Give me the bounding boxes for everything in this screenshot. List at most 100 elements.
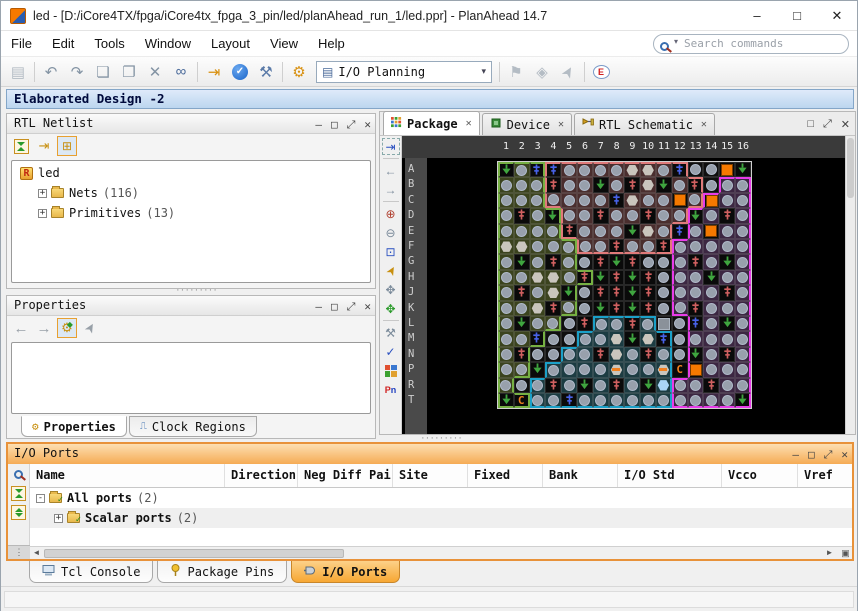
package-pin-cell[interactable] bbox=[561, 346, 577, 363]
package-pin-cell[interactable] bbox=[640, 192, 656, 209]
menu-item-file[interactable]: File bbox=[1, 31, 42, 57]
save-icon[interactable]: ▤ bbox=[5, 60, 31, 84]
package-pin-cell[interactable] bbox=[624, 177, 641, 193]
package-pin-cell[interactable] bbox=[719, 192, 735, 209]
package-pin-cell[interactable] bbox=[498, 300, 514, 316]
package-pin-cell[interactable] bbox=[498, 269, 514, 286]
package-pin-cell[interactable] bbox=[498, 346, 514, 363]
io-port-row[interactable]: - All ports (2) bbox=[30, 488, 852, 508]
package-pin-cell[interactable] bbox=[719, 254, 735, 270]
package-pin-cell[interactable] bbox=[608, 331, 625, 347]
io-port-row[interactable]: + Scalar ports (2) bbox=[30, 508, 852, 528]
package-pin-cell[interactable] bbox=[640, 208, 656, 224]
tab-properties[interactable]: ⚙ Properties bbox=[21, 416, 127, 437]
package-pin-cell[interactable] bbox=[624, 377, 641, 393]
package-pin-cell[interactable] bbox=[592, 285, 609, 301]
unplace-icon[interactable]: ⚒ bbox=[382, 324, 400, 341]
package-pin-cell[interactable] bbox=[592, 177, 609, 193]
package-pin-cell[interactable] bbox=[561, 239, 577, 255]
package-pin-cell[interactable] bbox=[624, 393, 641, 409]
package-pin-cell[interactable] bbox=[592, 162, 609, 178]
maximize-panel-icon[interactable]: □ bbox=[808, 445, 815, 464]
package-pin-cell[interactable] bbox=[592, 269, 609, 286]
find-icon[interactable]: ∞ bbox=[168, 60, 194, 84]
column-header-site[interactable]: Site bbox=[393, 464, 468, 487]
package-pin-cell[interactable] bbox=[608, 393, 625, 409]
package-pin-cell[interactable] bbox=[513, 285, 530, 301]
menu-item-window[interactable]: Window bbox=[135, 31, 201, 57]
package-pin-cell[interactable] bbox=[545, 162, 562, 178]
package-pin-cell[interactable] bbox=[513, 346, 530, 363]
package-pin-cell[interactable] bbox=[624, 300, 641, 316]
close-tab-icon[interactable]: ✕ bbox=[466, 118, 472, 129]
package-pin-cell[interactable] bbox=[687, 192, 704, 209]
package-pin-cell[interactable] bbox=[671, 223, 688, 239]
package-pin-cell[interactable] bbox=[624, 362, 641, 378]
menu-item-tools[interactable]: Tools bbox=[84, 31, 134, 57]
close-panel-icon[interactable]: ✕ bbox=[364, 297, 371, 316]
package-pin-cell[interactable] bbox=[656, 316, 672, 332]
package-pin-cell[interactable] bbox=[735, 239, 751, 255]
package-pin-cell[interactable] bbox=[640, 239, 656, 255]
package-pin-cell[interactable] bbox=[513, 300, 530, 316]
package-pin-cell[interactable] bbox=[624, 239, 641, 255]
package-pin-cell[interactable] bbox=[498, 285, 514, 301]
package-pin-cell[interactable] bbox=[656, 269, 672, 286]
package-pin-cell[interactable] bbox=[719, 239, 735, 255]
column-header-direction[interactable]: Direction bbox=[225, 464, 298, 487]
package-pin-cell[interactable] bbox=[608, 285, 625, 301]
search-commands-box[interactable]: ▾ Search commands bbox=[653, 34, 849, 54]
package-pin-cell[interactable] bbox=[577, 177, 593, 193]
package-pin-cell[interactable] bbox=[561, 192, 577, 209]
package-pin-cell[interactable] bbox=[687, 331, 704, 347]
package-pin-cell[interactable] bbox=[703, 208, 720, 224]
package-pin-cell[interactable] bbox=[577, 223, 593, 239]
package-pin-cell[interactable] bbox=[545, 269, 562, 286]
package-pin-cell[interactable] bbox=[592, 346, 609, 363]
package-pin-cell[interactable] bbox=[529, 162, 546, 178]
package-pin-cell[interactable] bbox=[498, 192, 514, 209]
package-pin-cell[interactable] bbox=[608, 177, 625, 193]
package-pin-cell[interactable] bbox=[656, 177, 672, 193]
tab-tcl-console[interactable]: Tcl Console bbox=[29, 561, 154, 583]
package-pin-cell[interactable] bbox=[703, 285, 720, 301]
expand-icon[interactable]: + bbox=[38, 188, 47, 198]
package-pin-cell[interactable] bbox=[545, 285, 562, 301]
minimize-panel-icon[interactable]: – bbox=[315, 115, 322, 134]
package-pin-cell[interactable] bbox=[671, 239, 688, 255]
package-pin-cell[interactable] bbox=[719, 346, 735, 363]
package-pin-cell[interactable] bbox=[656, 239, 672, 255]
package-pin-cell[interactable] bbox=[735, 377, 751, 393]
package-pin-cell[interactable] bbox=[529, 223, 546, 239]
package-pin-cell[interactable] bbox=[671, 285, 688, 301]
drc-check-icon[interactable]: ✓ bbox=[382, 343, 400, 360]
collapse-all-icon[interactable] bbox=[11, 136, 31, 156]
package-pin-cell[interactable] bbox=[529, 192, 546, 209]
package-pin-cell[interactable] bbox=[545, 239, 562, 255]
package-pin-cell[interactable] bbox=[513, 192, 530, 209]
message-bubble-icon[interactable]: E bbox=[588, 60, 614, 84]
column-header-vcco[interactable]: Vcco bbox=[722, 464, 798, 487]
package-pin-cell[interactable] bbox=[703, 377, 720, 393]
package-pin-cell[interactable] bbox=[640, 162, 656, 178]
package-pin-cell[interactable] bbox=[561, 223, 577, 239]
package-pin-cell[interactable]: C bbox=[513, 393, 530, 409]
package-pin-cell[interactable] bbox=[608, 162, 625, 178]
fit-selection-icon[interactable]: ✥ bbox=[382, 281, 400, 298]
package-pin-cell[interactable] bbox=[513, 269, 530, 286]
package-pin-cell[interactable] bbox=[608, 223, 625, 239]
package-pin-cell[interactable] bbox=[561, 331, 577, 347]
package-pin-cell[interactable] bbox=[703, 269, 720, 286]
close-panel-icon[interactable]: ✕ bbox=[841, 118, 850, 131]
package-pin-cell[interactable] bbox=[735, 285, 751, 301]
package-pin-cell[interactable] bbox=[624, 223, 641, 239]
package-pin-cell[interactable] bbox=[719, 223, 735, 239]
package-pin-cell[interactable] bbox=[719, 208, 735, 224]
package-pin-cell[interactable] bbox=[545, 177, 562, 193]
autoplace-icon[interactable]: ⚑ bbox=[503, 60, 529, 84]
zoom-fit-icon[interactable]: ⊡ bbox=[382, 243, 400, 260]
float-panel-icon[interactable]: ⤢ bbox=[823, 118, 832, 131]
package-pin-cell[interactable] bbox=[608, 346, 625, 363]
package-pin-cell[interactable] bbox=[498, 331, 514, 347]
package-pin-cell[interactable] bbox=[577, 393, 593, 409]
